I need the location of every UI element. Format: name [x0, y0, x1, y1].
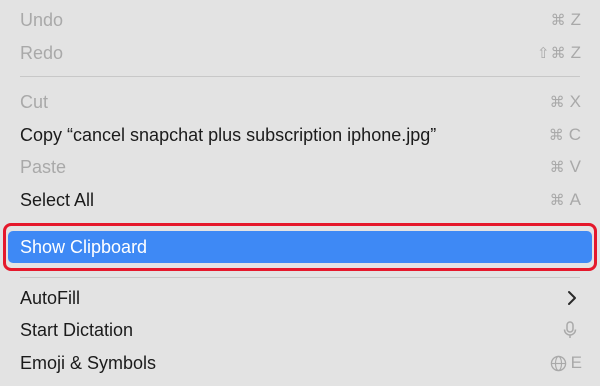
shortcut-key: E: [570, 353, 582, 372]
menu-item-label: Copy “cancel snapchat plus subscription …: [20, 124, 437, 145]
menu-item-label: Emoji & Symbols: [20, 352, 157, 373]
menu-item-label: Undo: [20, 9, 64, 30]
menu-item-label: Paste: [20, 156, 67, 177]
menu-item-show-clipboard[interactable]: Show Clipboard: [8, 231, 592, 263]
menu-item-start-dictation[interactable]: Start Dictation: [0, 314, 600, 346]
shortcut-undo: ⌘ Z: [550, 10, 582, 29]
menu-item-label: Show Clipboard: [20, 236, 148, 257]
menu-divider: [20, 277, 580, 278]
menu-item-undo[interactable]: Undo ⌘ Z: [0, 4, 600, 36]
shortcut-cut: ⌘ X: [549, 92, 582, 111]
menu-item-paste[interactable]: Paste ⌘ V: [0, 151, 600, 183]
shortcut-select-all: ⌘ A: [549, 190, 582, 209]
menu-divider: [20, 76, 580, 77]
menu-item-label: Select All: [20, 189, 95, 210]
microphone-icon: [563, 321, 577, 338]
menu-item-label: Cut: [20, 91, 49, 112]
shortcut-redo: ⇧⌘ Z: [537, 43, 582, 62]
menu-item-copy[interactable]: Copy “cancel snapchat plus subscription …: [0, 119, 600, 151]
menu-item-cut[interactable]: Cut ⌘ X: [0, 86, 600, 118]
menu-item-emoji-symbols[interactable]: Emoji & Symbols E: [0, 347, 600, 379]
shortcut-paste: ⌘ V: [549, 157, 582, 176]
shortcut-emoji-symbols: E: [550, 353, 582, 373]
menu-item-select-all[interactable]: Select All ⌘ A: [0, 184, 600, 216]
menu-item-autofill[interactable]: AutoFill: [0, 282, 600, 314]
menu-item-label: AutoFill: [20, 287, 81, 308]
edit-context-menu: Undo ⌘ Z Redo ⇧⌘ Z Cut ⌘ X Copy “cancel sna…: [0, 0, 600, 386]
menu-item-label: Redo: [20, 42, 64, 63]
shortcut-copy: ⌘ C: [548, 125, 582, 144]
menu-item-label: Start Dictation: [20, 319, 134, 340]
menu-item-redo[interactable]: Redo ⇧⌘ Z: [0, 37, 600, 69]
globe-icon: [550, 355, 566, 371]
chevron-right-icon: [568, 291, 576, 305]
